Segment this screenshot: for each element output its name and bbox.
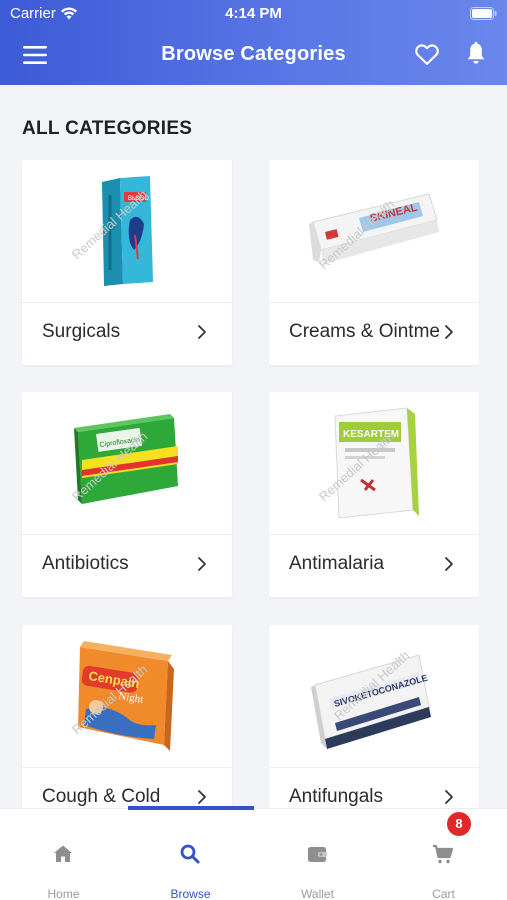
- category-image-antibiotics: Ciprofloxacin Remedial Health: [22, 392, 232, 534]
- tab-wallet[interactable]: Wallet: [254, 809, 381, 900]
- card-divider: [269, 534, 479, 535]
- category-label-cough-cold: Cough & Cold: [42, 786, 161, 807]
- category-card-cough-cold[interactable]: Cenpain Night Remedial Health Cough & Co…: [22, 625, 232, 808]
- tab-cart-label: Cart: [432, 887, 455, 900]
- section-title: ALL CATEGORIES: [22, 118, 193, 139]
- card-divider: [22, 534, 232, 535]
- bell-icon: [467, 41, 485, 64]
- chevron-right-icon: [198, 790, 206, 804]
- category-image-antifungals: SIVOKETOCONAZOLE Remedial Health: [269, 625, 479, 767]
- cart-icon: [433, 844, 454, 864]
- tab-wallet-label: Wallet: [301, 887, 334, 900]
- tab-cart[interactable]: Cart: [380, 809, 507, 900]
- app-header: Carrier 4:14 PM Browse Categories: [0, 0, 507, 85]
- battery-icon: [470, 7, 497, 24]
- wallet-icon: [308, 847, 327, 862]
- card-divider: [269, 302, 479, 303]
- card-divider: [22, 302, 232, 303]
- chevron-right-icon: [445, 790, 453, 804]
- category-card-antifungals[interactable]: SIVOKETOCONAZOLE Remedial Health Antifun…: [269, 625, 479, 808]
- bottom-tab-bar: Home Browse Wallet Cart: [0, 808, 507, 900]
- category-label-antifungals: Antifungals: [289, 786, 384, 807]
- chevron-right-icon: [198, 557, 206, 571]
- home-icon: [54, 845, 72, 862]
- category-label-antimalaria: Antimalaria: [289, 553, 385, 574]
- chevron-right-icon: [445, 325, 453, 339]
- card-divider: [269, 767, 479, 768]
- status-time: 4:14 PM: [225, 5, 282, 22]
- categories-content: ALL CATEGORIES BLOOD Remedial Health Sur…: [0, 85, 507, 808]
- card-divider: [22, 767, 232, 768]
- chevron-right-icon: [198, 325, 206, 339]
- category-card-antimalaria[interactable]: KESARTEM Remedial Health Antimalaria: [269, 392, 479, 597]
- status-bar: Carrier 4:14 PM: [0, 0, 507, 28]
- category-image-cough-cold: Cenpain Night Remedial Health: [22, 625, 232, 767]
- cart-count-badge: 8: [447, 812, 471, 836]
- heart-icon: [415, 44, 439, 65]
- category-label-surgicals: Surgicals: [42, 321, 121, 342]
- search-icon: [180, 844, 200, 864]
- category-card-surgicals[interactable]: BLOOD Remedial Health Surgicals: [22, 160, 232, 365]
- tab-browse[interactable]: Browse: [127, 809, 254, 900]
- category-card-antibiotics[interactable]: Ciprofloxacin Remedial Health Antibiotic…: [22, 392, 232, 597]
- category-image-surgicals: BLOOD Remedial Health: [22, 160, 232, 302]
- notifications-button[interactable]: [462, 40, 490, 68]
- chevron-right-icon: [445, 557, 453, 571]
- tab-home-label: Home: [47, 887, 80, 900]
- active-tab-indicator: [128, 806, 254, 810]
- category-label-antibiotics: Antibiotics: [42, 553, 129, 574]
- category-label-creams-ointments: Creams & Ointments: [289, 321, 439, 342]
- tab-browse-label: Browse: [170, 887, 211, 900]
- category-image-creams-ointments: SKINEAL Remedial Health: [269, 160, 479, 302]
- nav-bar: Browse Categories: [0, 28, 507, 85]
- favorites-button[interactable]: [413, 40, 441, 68]
- category-card-creams-ointments[interactable]: SKINEAL Remedial Health Creams & Ointmen…: [269, 160, 479, 365]
- tab-home[interactable]: Home: [0, 809, 127, 900]
- category-image-antimalaria: KESARTEM Remedial Health: [269, 392, 479, 534]
